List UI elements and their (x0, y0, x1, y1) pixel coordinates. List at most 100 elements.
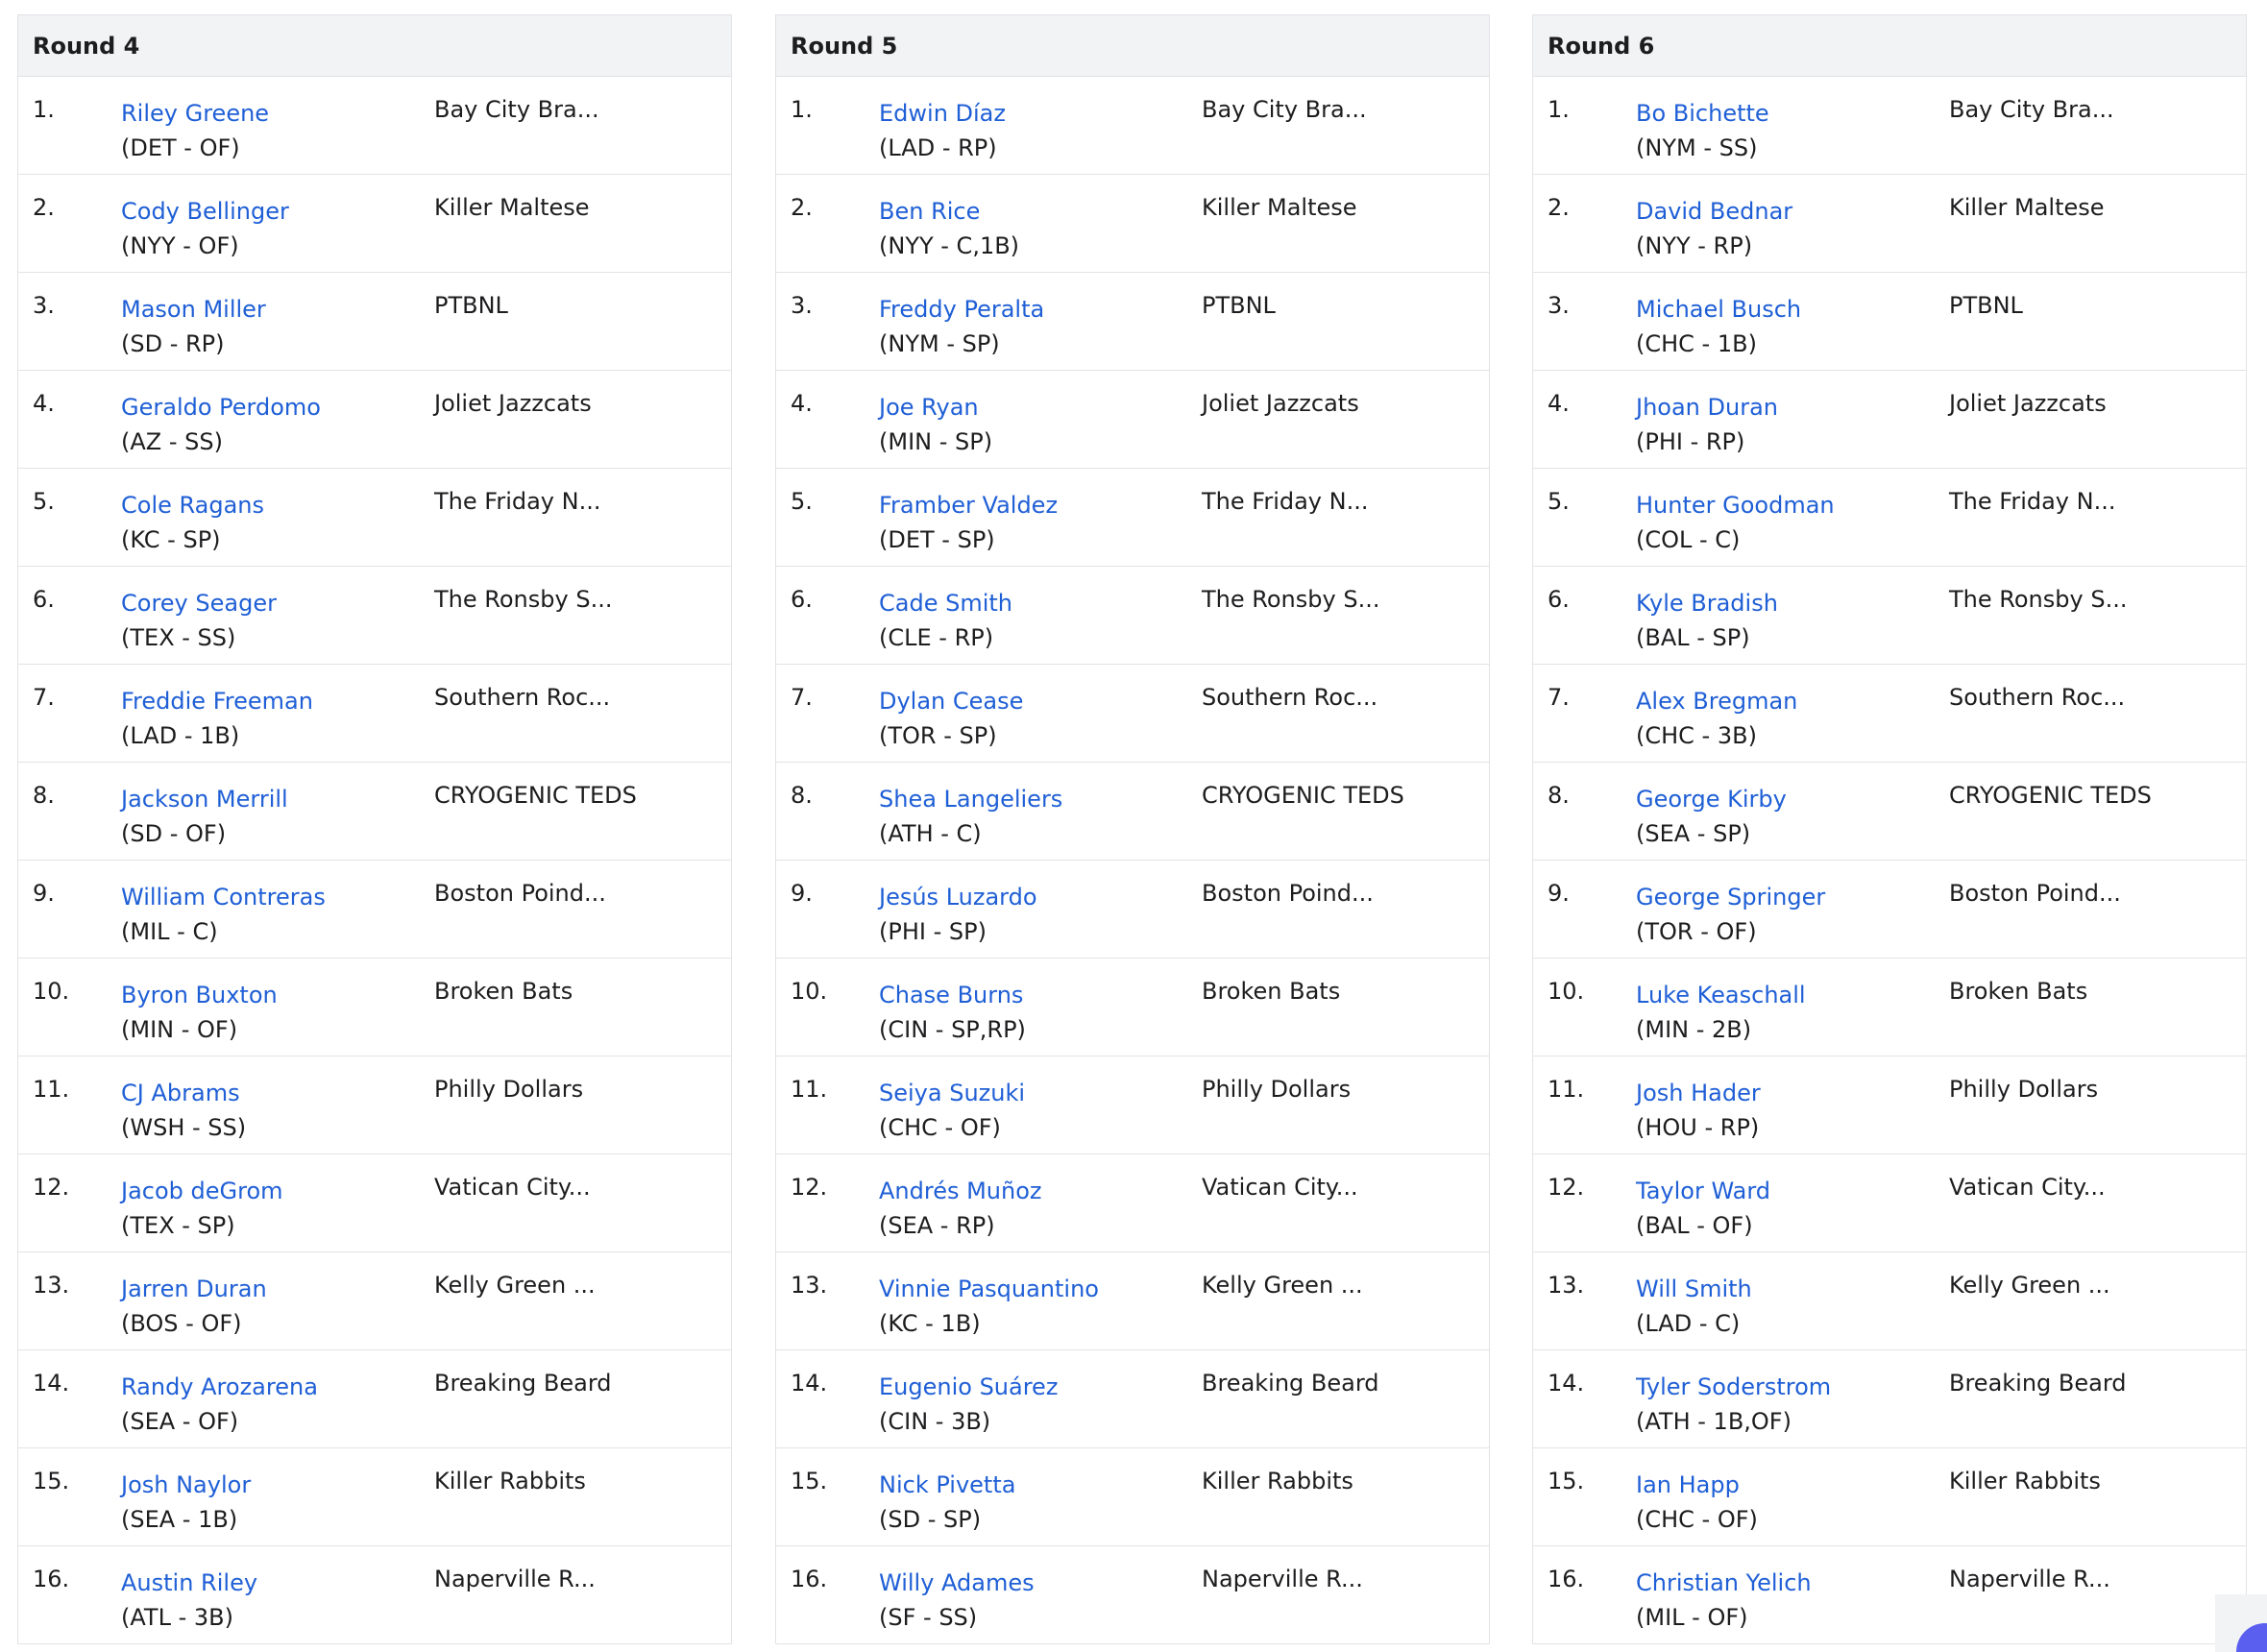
chat-bubble-icon[interactable] (2215, 1594, 2267, 1652)
pick-number: 5. (1548, 488, 1570, 515)
player-link[interactable]: Andrés Muñoz (879, 1174, 1042, 1208)
player-position: (LAD - 1B) (121, 722, 240, 749)
player-link[interactable]: Ben Rice (879, 194, 1019, 229)
player-link[interactable]: Christian Yelich (1636, 1566, 1812, 1600)
player-link[interactable]: Mason Miller (121, 292, 266, 327)
player-link[interactable]: Chase Burns (879, 978, 1026, 1012)
pick-row: 6. Cade Smith (CLE - RP) The Ronsby S... (776, 567, 1489, 665)
pick-row: 11. Seiya Suzuki (CHC - OF) Philly Dollars (776, 1057, 1489, 1154)
pick-row: 13. Vinnie Pasquantino (KC - 1B) Kelly Gree… (776, 1252, 1489, 1350)
player-link[interactable]: Eugenio Suárez (879, 1370, 1058, 1404)
player-link[interactable]: Tyler Soderstrom (1636, 1370, 1831, 1404)
player-position: (BAL - OF) (1636, 1212, 1753, 1239)
player-position: (ATL - 3B) (121, 1604, 233, 1631)
player-position: (CHC - OF) (1636, 1506, 1758, 1533)
player-link[interactable]: Jesús Luzardo (879, 880, 1037, 914)
player-link[interactable]: Corey Seager (121, 586, 277, 620)
pick-number: 3. (33, 292, 55, 319)
player-link[interactable]: Cole Ragans (121, 488, 264, 522)
fantasy-team-name: Kelly Green ... (1949, 1272, 2110, 1299)
player-link[interactable]: Will Smith (1636, 1272, 1752, 1306)
round-title: Round 4 (18, 15, 731, 77)
player-link[interactable]: CJ Abrams (121, 1076, 246, 1110)
pick-row: 9. George Springer (TOR - OF) Boston Poind.… (1533, 861, 2246, 959)
pick-row: 15. Josh Naylor (SEA - 1B) Killer Rabbits (18, 1448, 731, 1546)
pick-number: 4. (33, 390, 55, 417)
player-link[interactable]: Bo Bichette (1636, 96, 1769, 131)
fantasy-team-name: The Friday N... (434, 488, 601, 515)
player-link[interactable]: Jacob deGrom (121, 1174, 283, 1208)
player-link[interactable]: Willy Adames (879, 1566, 1035, 1600)
pick-row: 14. Randy Arozarena (SEA - OF) Breaking Bea… (18, 1350, 731, 1448)
pick-number: 13. (791, 1272, 828, 1299)
player-link[interactable]: Alex Bregman (1636, 684, 1797, 718)
player-link[interactable]: Randy Arozarena (121, 1370, 318, 1404)
pick-number: 1. (1548, 96, 1570, 123)
player-link[interactable]: Riley Greene (121, 96, 269, 131)
player-link[interactable]: Seiya Suzuki (879, 1076, 1025, 1110)
pick-number: 7. (791, 684, 813, 711)
player-link[interactable]: Jackson Merrill (121, 782, 288, 816)
pick-row: 13. Will Smith (LAD - C) Kelly Green ... (1533, 1252, 2246, 1350)
player-link[interactable]: Shea Langeliers (879, 782, 1062, 816)
player-link[interactable]: Luke Keaschall (1636, 978, 1806, 1012)
pick-row: 15. Nick Pivetta (SD - SP) Killer Rabbits (776, 1448, 1489, 1546)
player-link[interactable]: Cody Bellinger (121, 194, 289, 229)
fantasy-team-name: Killer Rabbits (1202, 1468, 1353, 1494)
player-link[interactable]: Hunter Goodman (1636, 488, 1835, 522)
player-link[interactable]: Ian Happ (1636, 1468, 1758, 1502)
player-position: (BOS - OF) (121, 1310, 242, 1337)
pick-row: 3. Michael Busch (CHC - 1B) PTBNL (1533, 273, 2246, 371)
player-link[interactable]: George Springer (1636, 880, 1825, 914)
pick-row: 6. Kyle Bradish (BAL - SP) The Ronsby S... (1533, 567, 2246, 665)
pick-row: 9. William Contreras (MIL - C) Boston Poind… (18, 861, 731, 959)
pick-row: 5. Cole Ragans (KC - SP) The Friday N... (18, 469, 731, 567)
player-link[interactable]: Austin Riley (121, 1566, 257, 1600)
player-link[interactable]: Nick Pivetta (879, 1468, 1015, 1502)
player-position: (DET - OF) (121, 134, 240, 161)
player-link[interactable]: Dylan Cease (879, 684, 1023, 718)
fantasy-team-name: Killer Maltese (1949, 194, 2105, 221)
player-position: (SD - RP) (121, 330, 225, 357)
pick-number: 9. (33, 880, 55, 907)
player-link[interactable]: Michael Busch (1636, 292, 1801, 327)
player-link[interactable]: Jhoan Duran (1636, 390, 1778, 425)
player-link[interactable]: Byron Buxton (121, 978, 278, 1012)
player-position: (TEX - SS) (121, 624, 236, 651)
player-link[interactable]: Cade Smith (879, 586, 1012, 620)
player-link[interactable]: Vinnie Pasquantino (879, 1272, 1099, 1306)
fantasy-team-name: Vatican City... (1202, 1174, 1358, 1201)
pick-row: 10. Byron Buxton (MIN - OF) Broken Bats (18, 959, 731, 1057)
player-link[interactable]: Freddie Freeman (121, 684, 313, 718)
player-link[interactable]: Taylor Ward (1636, 1174, 1770, 1208)
player-link[interactable]: Joe Ryan (879, 390, 992, 425)
fantasy-team-name: CRYOGENIC TEDS (1202, 782, 1404, 809)
round-table: Round 6 1. Bo Bichette (NYM - SS) Bay City … (1532, 14, 2247, 1644)
fantasy-team-name: The Friday N... (1202, 488, 1369, 515)
player-link[interactable]: Josh Naylor (121, 1468, 251, 1502)
fantasy-team-name: Broken Bats (1949, 978, 2088, 1005)
player-link[interactable]: Kyle Bradish (1636, 586, 1778, 620)
pick-row: 3. Mason Miller (SD - RP) PTBNL (18, 273, 731, 371)
player-position: (CHC - 3B) (1636, 722, 1757, 749)
pick-row: 7. Alex Bregman (CHC - 3B) Southern Roc... (1533, 665, 2246, 763)
pick-row: 2. David Bednar (NYY - RP) Killer Maltese (1533, 175, 2246, 273)
player-link[interactable]: Edwin Díaz (879, 96, 1006, 131)
pick-number: 11. (791, 1076, 828, 1103)
round-table: Round 5 1. Edwin Díaz (LAD - RP) Bay City B… (775, 14, 1490, 1644)
fantasy-team-name: Killer Rabbits (434, 1468, 586, 1494)
pick-row: 16. Austin Riley (ATL - 3B) Naperville R... (18, 1546, 731, 1644)
player-link[interactable]: Framber Valdez (879, 488, 1058, 522)
pick-number: 15. (1548, 1468, 1585, 1494)
pick-number: 8. (1548, 782, 1570, 809)
player-link[interactable]: David Bednar (1636, 194, 1792, 229)
pick-row: 8. Jackson Merrill (SD - OF) CRYOGENIC TEDS (18, 763, 731, 861)
pick-number: 1. (33, 96, 55, 123)
player-link[interactable]: William Contreras (121, 880, 326, 914)
player-link[interactable]: Geraldo Perdomo (121, 390, 321, 425)
player-link[interactable]: Jarren Duran (121, 1272, 267, 1306)
player-link[interactable]: Freddy Peralta (879, 292, 1044, 327)
player-link[interactable]: George Kirby (1636, 782, 1787, 816)
player-link[interactable]: Josh Hader (1636, 1076, 1761, 1110)
player-position: (NYM - SP) (879, 330, 1000, 357)
